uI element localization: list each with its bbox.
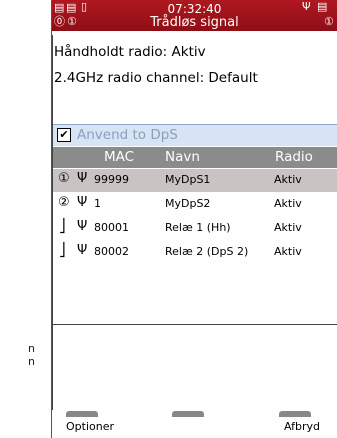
headset-1-icon: ① [324,15,334,28]
headset-1-icon: ① [58,171,70,186]
cutoff-text: n [28,355,35,368]
screen-title: Trådløs signal [150,15,239,30]
name-cell: MyDpS2 [165,197,211,210]
device-screen: ▤ ▤ ▯ ⓪ ① 07:32:40 Trådløs signal Ψ ▤ ① … [52,0,337,438]
name-cell: Relæ 2 (DpS 2) [165,245,249,258]
relay-icon: ⎦ [59,219,66,234]
screen-left-border [52,35,53,438]
mac-cell: 1 [94,197,101,210]
signal-strength-icon: ▤ [317,0,328,13]
cancel-softkey[interactable]: Afbryd [284,420,320,433]
headset-2-icon: ② [58,195,70,210]
use-two-dps-checkbox[interactable]: ✔ [57,128,71,142]
use-two-dps-option[interactable]: ✔ Anvend to DpS [53,124,337,147]
relay-icon: ⎦ [59,243,66,258]
radio-cell: Aktiv [274,245,302,258]
radio-channel-status: 2.4GHz radio channel: Default [54,70,258,86]
table-row[interactable]: ⎦ Ψ 80002 Relæ 2 (DpS 2) Aktiv [53,241,337,264]
status-bar: ▤ ▤ ▯ ⓪ ① 07:32:40 Trådløs signal Ψ ▤ ① [52,0,337,31]
column-header-mac: MAC [104,149,135,165]
column-header-radio: Radio [275,149,313,165]
antenna-icon: Ψ [77,195,88,210]
table-row[interactable]: ② Ψ 1 MyDpS2 Aktiv [53,193,337,216]
radio-cell: Aktiv [274,173,302,186]
softkey-right-tab[interactable] [279,411,311,417]
handheld-radio-status: Håndholdt radio: Aktiv [54,44,206,60]
name-cell: Relæ 1 (Hh) [165,221,231,234]
antenna-icon: Ψ [77,171,88,186]
radio-cell: Aktiv [274,197,302,210]
antenna-icon: Ψ [77,243,88,258]
softkey-left-tab[interactable] [66,411,98,417]
list-header: MAC Navn Radio [53,147,337,168]
clock: 07:32:40 [167,2,222,16]
table-row[interactable]: ⎦ Ψ 80001 Relæ 1 (Hh) Aktiv [53,217,337,240]
options-softkey[interactable]: Optioner [66,420,114,433]
use-two-dps-label: Anvend to DpS [77,127,178,143]
antenna-icon: Ψ [302,0,311,13]
name-cell: MyDpS1 [165,173,211,186]
column-header-name: Navn [165,149,200,165]
mac-cell: 80001 [94,221,129,234]
antenna-icon: Ψ [77,219,88,234]
cutoff-text: n [28,342,35,355]
table-row[interactable]: ① Ψ 99999 MyDpS1 Aktiv [53,169,337,192]
mac-cell: 80002 [94,245,129,258]
radio-cell: Aktiv [274,221,302,234]
left-gutter: n n [0,0,52,438]
mac-cell: 99999 [94,173,129,186]
softkey-center-tab[interactable] [172,411,204,417]
